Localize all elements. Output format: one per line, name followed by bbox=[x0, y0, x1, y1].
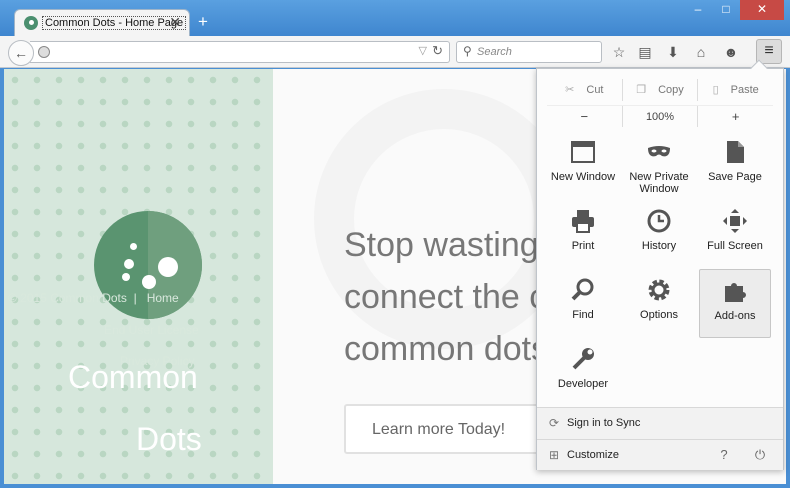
new-private-window-button[interactable]: New Private Window bbox=[623, 131, 695, 200]
zoom-reset-button[interactable]: 100% bbox=[621, 106, 699, 127]
downloads-icon[interactable]: ⬇ bbox=[664, 43, 682, 61]
home-icon[interactable]: ⌂ bbox=[692, 43, 710, 61]
back-button[interactable]: ← bbox=[8, 40, 34, 66]
browser-tab[interactable]: Common Dots - Home Page ✕ bbox=[14, 9, 190, 36]
favicon-icon bbox=[24, 16, 38, 30]
sign-in-row[interactable]: ⟳ Sign in to Sync bbox=[537, 407, 783, 439]
tab-title: Common Dots - Home Page bbox=[42, 16, 187, 30]
url-bar[interactable]: ▽ ↻ bbox=[30, 41, 450, 63]
globe-icon bbox=[38, 46, 50, 58]
save-page-button[interactable]: Save Page bbox=[699, 131, 771, 200]
paste-button[interactable]: ▯ Paste bbox=[698, 79, 773, 101]
close-window-button[interactable]: ✕ bbox=[740, 0, 784, 20]
copyright-text: © 2015 Common Dots bbox=[8, 291, 127, 305]
mask-icon bbox=[648, 146, 670, 157]
options-button[interactable]: Options bbox=[623, 269, 695, 338]
customize-row: ⊞ Customize ? ⏻ bbox=[537, 439, 783, 470]
tagline-line2: connect the c bbox=[344, 278, 547, 316]
tagline-line3: common dots bbox=[344, 330, 549, 368]
print-button[interactable]: Print bbox=[547, 200, 619, 269]
wrench-icon bbox=[572, 348, 594, 370]
puzzle-icon bbox=[725, 283, 746, 302]
cut-button[interactable]: ✂ Cut bbox=[547, 79, 623, 101]
brand-name-line1: Common bbox=[68, 359, 198, 395]
chat-icon[interactable]: ☻ bbox=[722, 43, 740, 61]
clock-icon bbox=[647, 209, 671, 233]
reload-icon[interactable]: ↻ bbox=[432, 43, 443, 59]
eula-link[interactable]: End User License bbox=[104, 323, 199, 337]
plus-box-icon: ⊞ bbox=[549, 448, 560, 462]
zoom-in-button[interactable]: + bbox=[698, 106, 773, 127]
menu-grid: New Window New Private Window Save Page … bbox=[547, 131, 773, 407]
learn-more-button[interactable]: Learn more Today! bbox=[344, 404, 554, 454]
full-screen-button[interactable]: Full Screen bbox=[699, 200, 771, 269]
sign-in-label: Sign in to Sync bbox=[567, 417, 641, 429]
history-button[interactable]: History bbox=[623, 200, 695, 269]
add-ons-button[interactable]: Add-ons bbox=[699, 269, 771, 338]
developer-button[interactable]: Developer bbox=[547, 338, 619, 407]
help-icon[interactable]: ? bbox=[713, 447, 735, 465]
copy-button[interactable]: ❐ Copy bbox=[623, 79, 699, 101]
printer-icon bbox=[572, 210, 594, 233]
copy-icon: ❐ bbox=[636, 84, 647, 96]
brand-name-line2: Dots bbox=[136, 421, 202, 457]
edit-controls: ✂ Cut ❐ Copy ▯ Paste bbox=[547, 79, 773, 101]
fullscreen-icon bbox=[723, 209, 747, 233]
quit-icon[interactable]: ⏻ bbox=[749, 447, 771, 465]
find-button[interactable]: Find bbox=[547, 269, 619, 338]
customize-button[interactable]: Customize bbox=[567, 449, 619, 461]
title-bar: Common Dots - Home Page ✕ + – □ ✕ bbox=[0, 0, 790, 36]
search-bar[interactable]: ⚲ Search bbox=[456, 41, 602, 63]
scissors-icon: ✂ bbox=[565, 84, 575, 96]
tagline-line1: Stop wasting bbox=[344, 226, 539, 264]
close-tab-icon[interactable]: ✕ bbox=[169, 14, 181, 31]
bookmarks-menu-icon[interactable]: ▤ bbox=[636, 43, 654, 61]
zoom-out-button[interactable]: − bbox=[547, 106, 622, 127]
main-menu-panel: ✂ Cut ❐ Copy ▯ Paste − 100% + New Window Ne… bbox=[536, 59, 784, 470]
tagline: Stop wasting connect the c common dots bbox=[344, 219, 548, 375]
maximize-button[interactable]: □ bbox=[712, 0, 740, 20]
search-placeholder: Search bbox=[477, 46, 512, 58]
search-icon: ⚲ bbox=[463, 44, 472, 58]
home-link[interactable]: Home bbox=[147, 291, 179, 305]
page-icon bbox=[727, 141, 744, 163]
magnifier-icon bbox=[571, 278, 594, 301]
footer-links: © 2015 Common Dots | Home bbox=[8, 291, 179, 305]
navigation-toolbar: ▽ ↻ ← ⚲ Search ☆ ▤ ⬇ ⌂ ☻ ≡ bbox=[0, 36, 790, 68]
clipboard-icon: ▯ bbox=[712, 84, 719, 96]
hero-panel: © 2015 Common Dots | Home End User Licen… bbox=[4, 69, 273, 484]
window-icon bbox=[571, 141, 595, 163]
zoom-controls: − 100% + bbox=[547, 105, 773, 127]
dropdown-icon[interactable]: ▽ bbox=[419, 44, 427, 57]
bookmark-star-icon[interactable]: ☆ bbox=[610, 43, 628, 61]
new-window-button[interactable]: New Window bbox=[547, 131, 619, 200]
gear-icon bbox=[648, 279, 670, 301]
sync-icon: ⟳ bbox=[549, 416, 560, 430]
new-tab-button[interactable]: + bbox=[198, 12, 208, 32]
window-controls: – □ ✕ bbox=[684, 0, 784, 20]
minimize-button[interactable]: – bbox=[684, 0, 712, 20]
